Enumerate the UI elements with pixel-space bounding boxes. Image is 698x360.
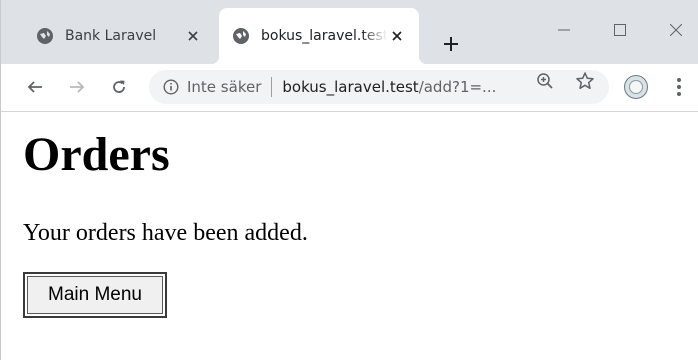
menu-dot: [677, 85, 681, 89]
security-label[interactable]: Inte säker: [187, 78, 261, 96]
close-window-button[interactable]: [653, 10, 698, 50]
page-content: Orders Your orders have been added. Main…: [1, 112, 698, 360]
star-icon: [576, 72, 594, 90]
maximize-icon: [614, 24, 626, 36]
close-icon: [670, 24, 682, 36]
tab-bank-laravel[interactable]: Bank Laravel: [19, 8, 215, 64]
tab-title: bokus_laravel.test: [261, 28, 387, 44]
main-menu-button[interactable]: Main Menu: [23, 272, 167, 318]
page-title: Orders: [23, 128, 170, 181]
forward-button[interactable]: [63, 73, 91, 101]
bookmark-button[interactable]: [575, 71, 595, 91]
arrow-right-icon: [70, 81, 85, 93]
minimize-icon: [558, 29, 570, 31]
menu-dot: [677, 92, 681, 96]
info-icon[interactable]: [163, 79, 179, 95]
close-icon[interactable]: [387, 26, 407, 46]
close-icon[interactable]: [183, 26, 203, 46]
tab-bokus-laravel[interactable]: bokus_laravel.test: [211, 8, 427, 64]
zoom-button[interactable]: [535, 71, 555, 91]
back-button[interactable]: [21, 73, 49, 101]
extension-icon[interactable]: [624, 75, 648, 99]
globe-icon: [233, 28, 249, 44]
new-tab-button[interactable]: [437, 30, 465, 58]
arrow-left-icon: [27, 81, 42, 93]
reload-button[interactable]: [105, 73, 133, 101]
menu-dot: [677, 78, 681, 82]
url-text[interactable]: bokus_laravel.test/add?1=...: [282, 78, 504, 96]
zoom-in-icon: [537, 73, 553, 89]
url-path: /add?1=...: [418, 78, 497, 96]
main-menu-label: Main Menu: [27, 276, 163, 314]
extension-icon-inner: [629, 80, 643, 94]
divider: [271, 77, 273, 97]
status-message: Your orders have been added.: [23, 220, 308, 246]
maximize-button[interactable]: [597, 10, 643, 50]
globe-icon: [37, 28, 53, 44]
browser-toolbar: Inte säker bokus_laravel.test/add?1=...: [1, 64, 698, 112]
tab-title: Bank Laravel: [65, 28, 157, 44]
url-host: bokus_laravel.test: [282, 78, 419, 96]
browser-menu-button[interactable]: [671, 76, 687, 98]
minimize-button[interactable]: [541, 10, 587, 50]
plus-icon: [444, 37, 458, 51]
reload-icon: [113, 80, 125, 93]
tab-strip: Bank Laravel bokus_laravel.test: [1, 0, 698, 64]
